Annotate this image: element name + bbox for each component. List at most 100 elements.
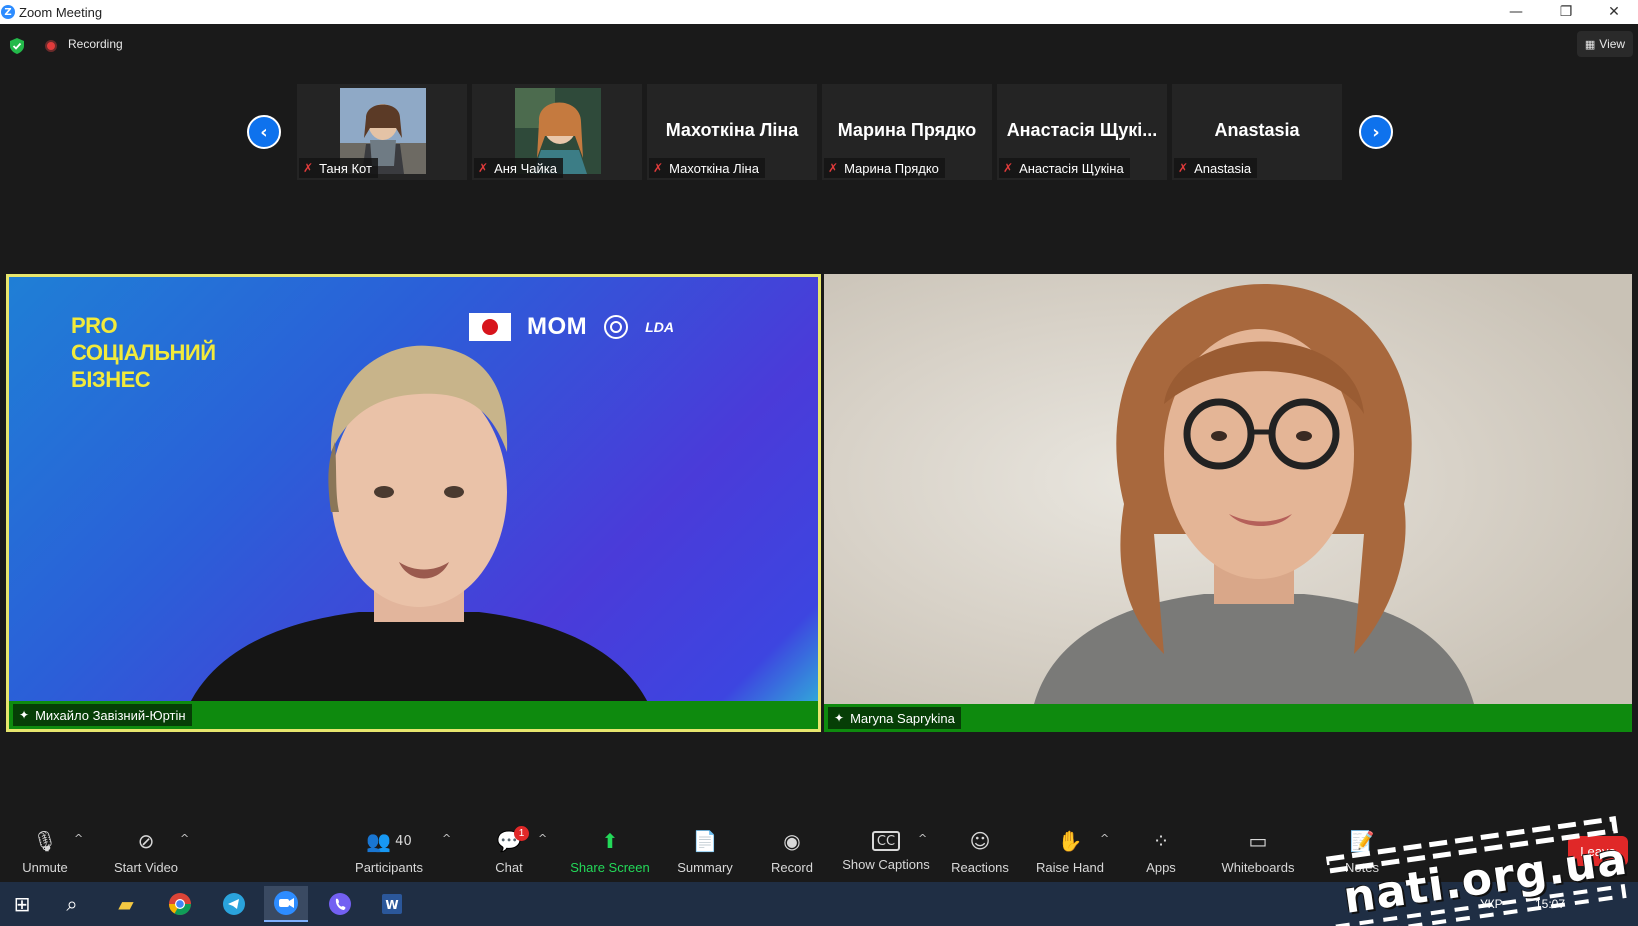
whiteboards-label: Whiteboards xyxy=(1221,860,1295,875)
raise-hand-button[interactable]: ✋ Raise Hand xyxy=(1036,828,1104,882)
participant-thumbnail[interactable]: Anastasia ✗ Anastasia xyxy=(1172,84,1342,180)
participant-name-bar: ✗ Аня Чайка xyxy=(474,158,563,178)
participant-thumbnail[interactable]: Анастасія Щукі... ✗ Анастасія Щукіна xyxy=(997,84,1167,180)
zoom-icon[interactable] xyxy=(264,886,308,922)
speaker-video xyxy=(179,345,659,729)
recording-label: Recording xyxy=(68,37,123,51)
speaker-name-tag: ✦ Михайло Завізний-Юртін xyxy=(13,704,192,726)
language-indicator[interactable]: УКР xyxy=(1480,882,1503,926)
summary-label: Summary xyxy=(677,860,733,875)
close-button[interactable]: ✕ xyxy=(1590,0,1638,24)
chevron-up-icon[interactable]: ^ xyxy=(442,832,451,845)
participant-name: Таня Кот xyxy=(319,160,372,176)
record-button[interactable]: ◉ Record xyxy=(770,828,814,882)
apps-label: Apps xyxy=(1146,860,1176,875)
chevron-up-icon[interactable]: ^ xyxy=(180,832,189,845)
pin-icon: ✦ xyxy=(19,708,30,722)
word-icon[interactable]: W xyxy=(370,886,414,922)
apps-icon: ⁘ xyxy=(1152,829,1170,853)
chrome-icon[interactable] xyxy=(158,886,202,922)
telegram-icon[interactable] xyxy=(212,886,256,922)
chevron-up-icon[interactable]: ^ xyxy=(74,832,83,845)
raise-hand-label: Raise Hand xyxy=(1036,860,1104,875)
participant-display-name: Анастасія Щукі... xyxy=(1006,120,1158,140)
unmute-button[interactable]: 🎙 Unmute xyxy=(20,828,70,882)
window-title: Zoom Meeting xyxy=(19,4,103,20)
participant-name: Анастасія Щукіна xyxy=(1019,160,1124,176)
chat-badge: 1 xyxy=(514,826,529,841)
share-screen-label: Share Screen xyxy=(570,860,650,875)
participant-name: Марина Прядко xyxy=(844,160,939,176)
participant-name-bar: ✗ Марина Прядко xyxy=(824,158,945,178)
clock-time: 15:07 xyxy=(1535,897,1566,911)
summary-button[interactable]: 📄 Summary xyxy=(676,828,734,882)
share-screen-icon: ⬆ xyxy=(601,829,619,853)
mic-muted-icon: ✗ xyxy=(1003,161,1014,175)
mic-muted-icon: ✗ xyxy=(828,161,839,175)
chat-label: Chat xyxy=(495,860,523,875)
chevron-up-icon[interactable]: ^ xyxy=(538,832,547,845)
participant-display-name: Anastasia xyxy=(1214,120,1300,140)
participant-thumbnail[interactable]: Махоткіна Ліна ✗ Махоткіна Ліна xyxy=(647,84,817,180)
mic-muted-icon: ✗ xyxy=(303,161,314,175)
chevron-up-icon[interactable]: ^ xyxy=(918,832,927,845)
participant-tile[interactable]: ✦ Maryna Saprykina xyxy=(824,274,1632,732)
mic-muted-icon: ✗ xyxy=(653,161,664,175)
participant-video xyxy=(1034,284,1474,704)
participant-name: Аня Чайка xyxy=(494,160,557,176)
shield-icon[interactable] xyxy=(10,38,24,54)
clock[interactable]: 15:07 xyxy=(1535,882,1565,926)
record-icon: ◉ xyxy=(783,829,801,853)
participant-name-bar: ✗ Махоткіна Ліна xyxy=(649,158,765,178)
view-button[interactable]: ▦ View xyxy=(1577,31,1633,57)
active-speaker-tile[interactable]: PRO СОЦІАЛЬНИЙ БІЗНЕС МОМ LDA ✦ Михайло … xyxy=(6,274,821,732)
chat-button[interactable]: 💬 1 Chat xyxy=(492,826,529,882)
grid-icon: ▦ xyxy=(1584,37,1596,51)
participants-button[interactable]: 👥 40 Participants xyxy=(354,828,424,882)
svg-text:W: W xyxy=(385,898,398,912)
whiteboards-button[interactable]: ▭ Whiteboards xyxy=(1218,828,1298,882)
mic-muted-icon: ✗ xyxy=(1178,161,1189,175)
apps-button[interactable]: ⁘ Apps xyxy=(1144,828,1178,882)
title-bar: Z Zoom Meeting — ❐ ✕ xyxy=(0,0,1638,24)
participant-display-name: Махоткіна Ліна xyxy=(665,120,799,140)
windows-taskbar: ⊞ ⌕ ▰ W УКР 15:07 xyxy=(0,882,1638,926)
record-label: Record xyxy=(771,860,813,875)
mic-muted-icon: ✗ xyxy=(478,161,489,175)
reactions-label: Reactions xyxy=(951,860,1009,875)
mic-muted-icon: 🎙 xyxy=(32,829,58,853)
minimize-button[interactable]: — xyxy=(1492,0,1540,24)
participant-thumbnail[interactable]: ✗ Аня Чайка xyxy=(472,84,642,180)
restore-button[interactable]: ❐ xyxy=(1542,0,1590,24)
start-video-button[interactable]: ⊘ Start Video xyxy=(110,828,182,882)
participant-name-tag: ✦ Maryna Saprykina xyxy=(828,707,961,729)
share-screen-button[interactable]: ⬆ Share Screen xyxy=(570,828,650,882)
whiteboard-icon: ▭ xyxy=(1248,829,1268,853)
notes-button[interactable]: 📝 Notes xyxy=(1342,828,1382,882)
pin-icon: ✦ xyxy=(834,711,845,725)
search-icon[interactable]: ⌕ xyxy=(50,886,94,922)
unmute-label: Unmute xyxy=(22,860,68,875)
participant-name: Махоткіна Ліна xyxy=(669,160,759,176)
leave-button[interactable]: Leave xyxy=(1568,836,1628,866)
viber-icon[interactable] xyxy=(318,886,362,922)
notes-label: Notes xyxy=(1345,860,1379,875)
show-captions-button[interactable]: CC Show Captions xyxy=(842,828,930,882)
participant-thumbnail[interactable]: ✗ Таня Кот xyxy=(297,84,467,180)
reactions-button[interactable]: ☺ Reactions xyxy=(950,828,1010,882)
chevron-right-icon[interactable]: › xyxy=(1359,115,1393,149)
view-label: View xyxy=(1599,37,1626,51)
windows-start-icon[interactable]: ⊞ xyxy=(0,886,44,922)
participant-thumbnail[interactable]: Марина Прядко ✗ Марина Прядко xyxy=(822,84,992,180)
chevron-left-icon[interactable]: ‹ xyxy=(247,115,281,149)
folder-icon[interactable]: ▰ xyxy=(104,886,148,922)
participants-icon: 👥 40 xyxy=(366,829,412,853)
summary-icon: 📄 xyxy=(692,829,718,853)
chevron-up-icon[interactable]: ^ xyxy=(1100,832,1109,845)
participant-name: Maryna Saprykina xyxy=(850,710,955,726)
reactions-icon: ☺ xyxy=(969,829,991,853)
meeting-toolbar: 🎙 Unmute ^ ⊘ Start Video ^ 👥 40 Participa… xyxy=(0,818,1638,882)
language-label: УКР xyxy=(1480,897,1503,911)
record-dot-icon xyxy=(45,40,57,52)
participant-name-bar: ✗ Таня Кот xyxy=(299,158,378,178)
